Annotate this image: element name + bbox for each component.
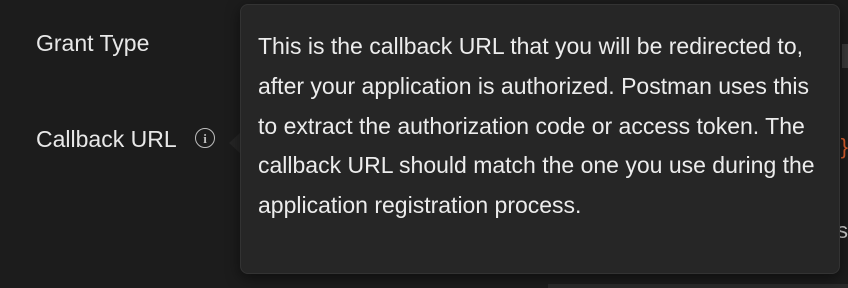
partial-brace-text: } (840, 134, 848, 159)
info-circle-icon[interactable]: i (195, 128, 215, 148)
partial-bottom-field (548, 284, 848, 288)
partial-field-edge (842, 44, 848, 68)
tooltip-text: This is the callback URL that you will b… (258, 33, 815, 219)
callback-url-tooltip: This is the callback URL that you will b… (240, 4, 840, 274)
grant-type-label: Grant Type (36, 30, 150, 56)
info-glyph: i (203, 130, 207, 146)
callback-url-label: Callback URL (36, 126, 177, 152)
